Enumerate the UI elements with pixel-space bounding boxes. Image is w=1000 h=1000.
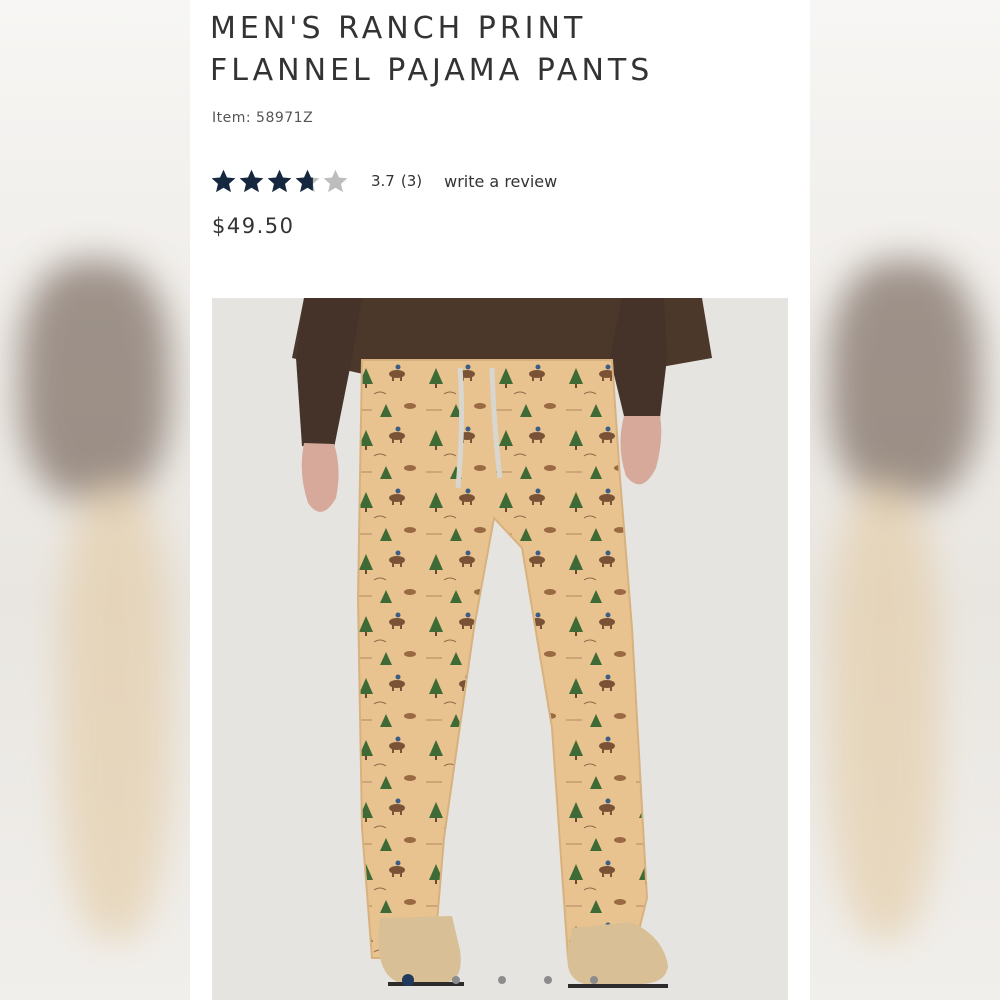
- carousel-dot[interactable]: [544, 976, 552, 984]
- rating-value: 3.7: [371, 172, 395, 190]
- blurred-sweater-shape: [20, 260, 170, 500]
- star-icon: [211, 169, 236, 192]
- carousel-dot[interactable]: [452, 976, 460, 984]
- blurred-sweater-shape: [830, 260, 980, 500]
- star-icon: [323, 169, 348, 192]
- blurred-pants-shape: [60, 480, 170, 940]
- carousel-dot[interactable]: [402, 974, 414, 986]
- rating-stars[interactable]: [210, 168, 349, 195]
- product-photo-illustration: [212, 298, 788, 1000]
- carousel-dot[interactable]: [590, 976, 598, 984]
- product-price: $49.50: [212, 214, 295, 238]
- blurred-pants-shape: [830, 480, 940, 940]
- carousel-dot[interactable]: [498, 976, 506, 984]
- write-review-link[interactable]: write a review: [444, 172, 557, 191]
- star-icon: [295, 169, 320, 192]
- rating-count: (3): [400, 172, 423, 190]
- item-number: Item: 58971Z: [212, 110, 314, 126]
- product-image[interactable]: [212, 298, 788, 1000]
- product-title-line-2: FLANNEL PAJAMA PANTS: [210, 53, 654, 88]
- product-detail-panel: MEN'S RANCH PRINT FLANNEL PAJAMA PANTS I…: [190, 0, 810, 1000]
- rating-row: 3.7 (3) write a review: [210, 166, 557, 196]
- star-icon: [239, 169, 264, 192]
- image-carousel-dots: [212, 974, 788, 986]
- product-title: MEN'S RANCH PRINT FLANNEL PAJAMA PANTS: [210, 8, 800, 92]
- right-background-band: [810, 0, 1000, 1000]
- star-icon: [267, 169, 292, 192]
- product-title-line-1: MEN'S RANCH PRINT: [210, 11, 587, 46]
- left-background-band: [0, 0, 190, 1000]
